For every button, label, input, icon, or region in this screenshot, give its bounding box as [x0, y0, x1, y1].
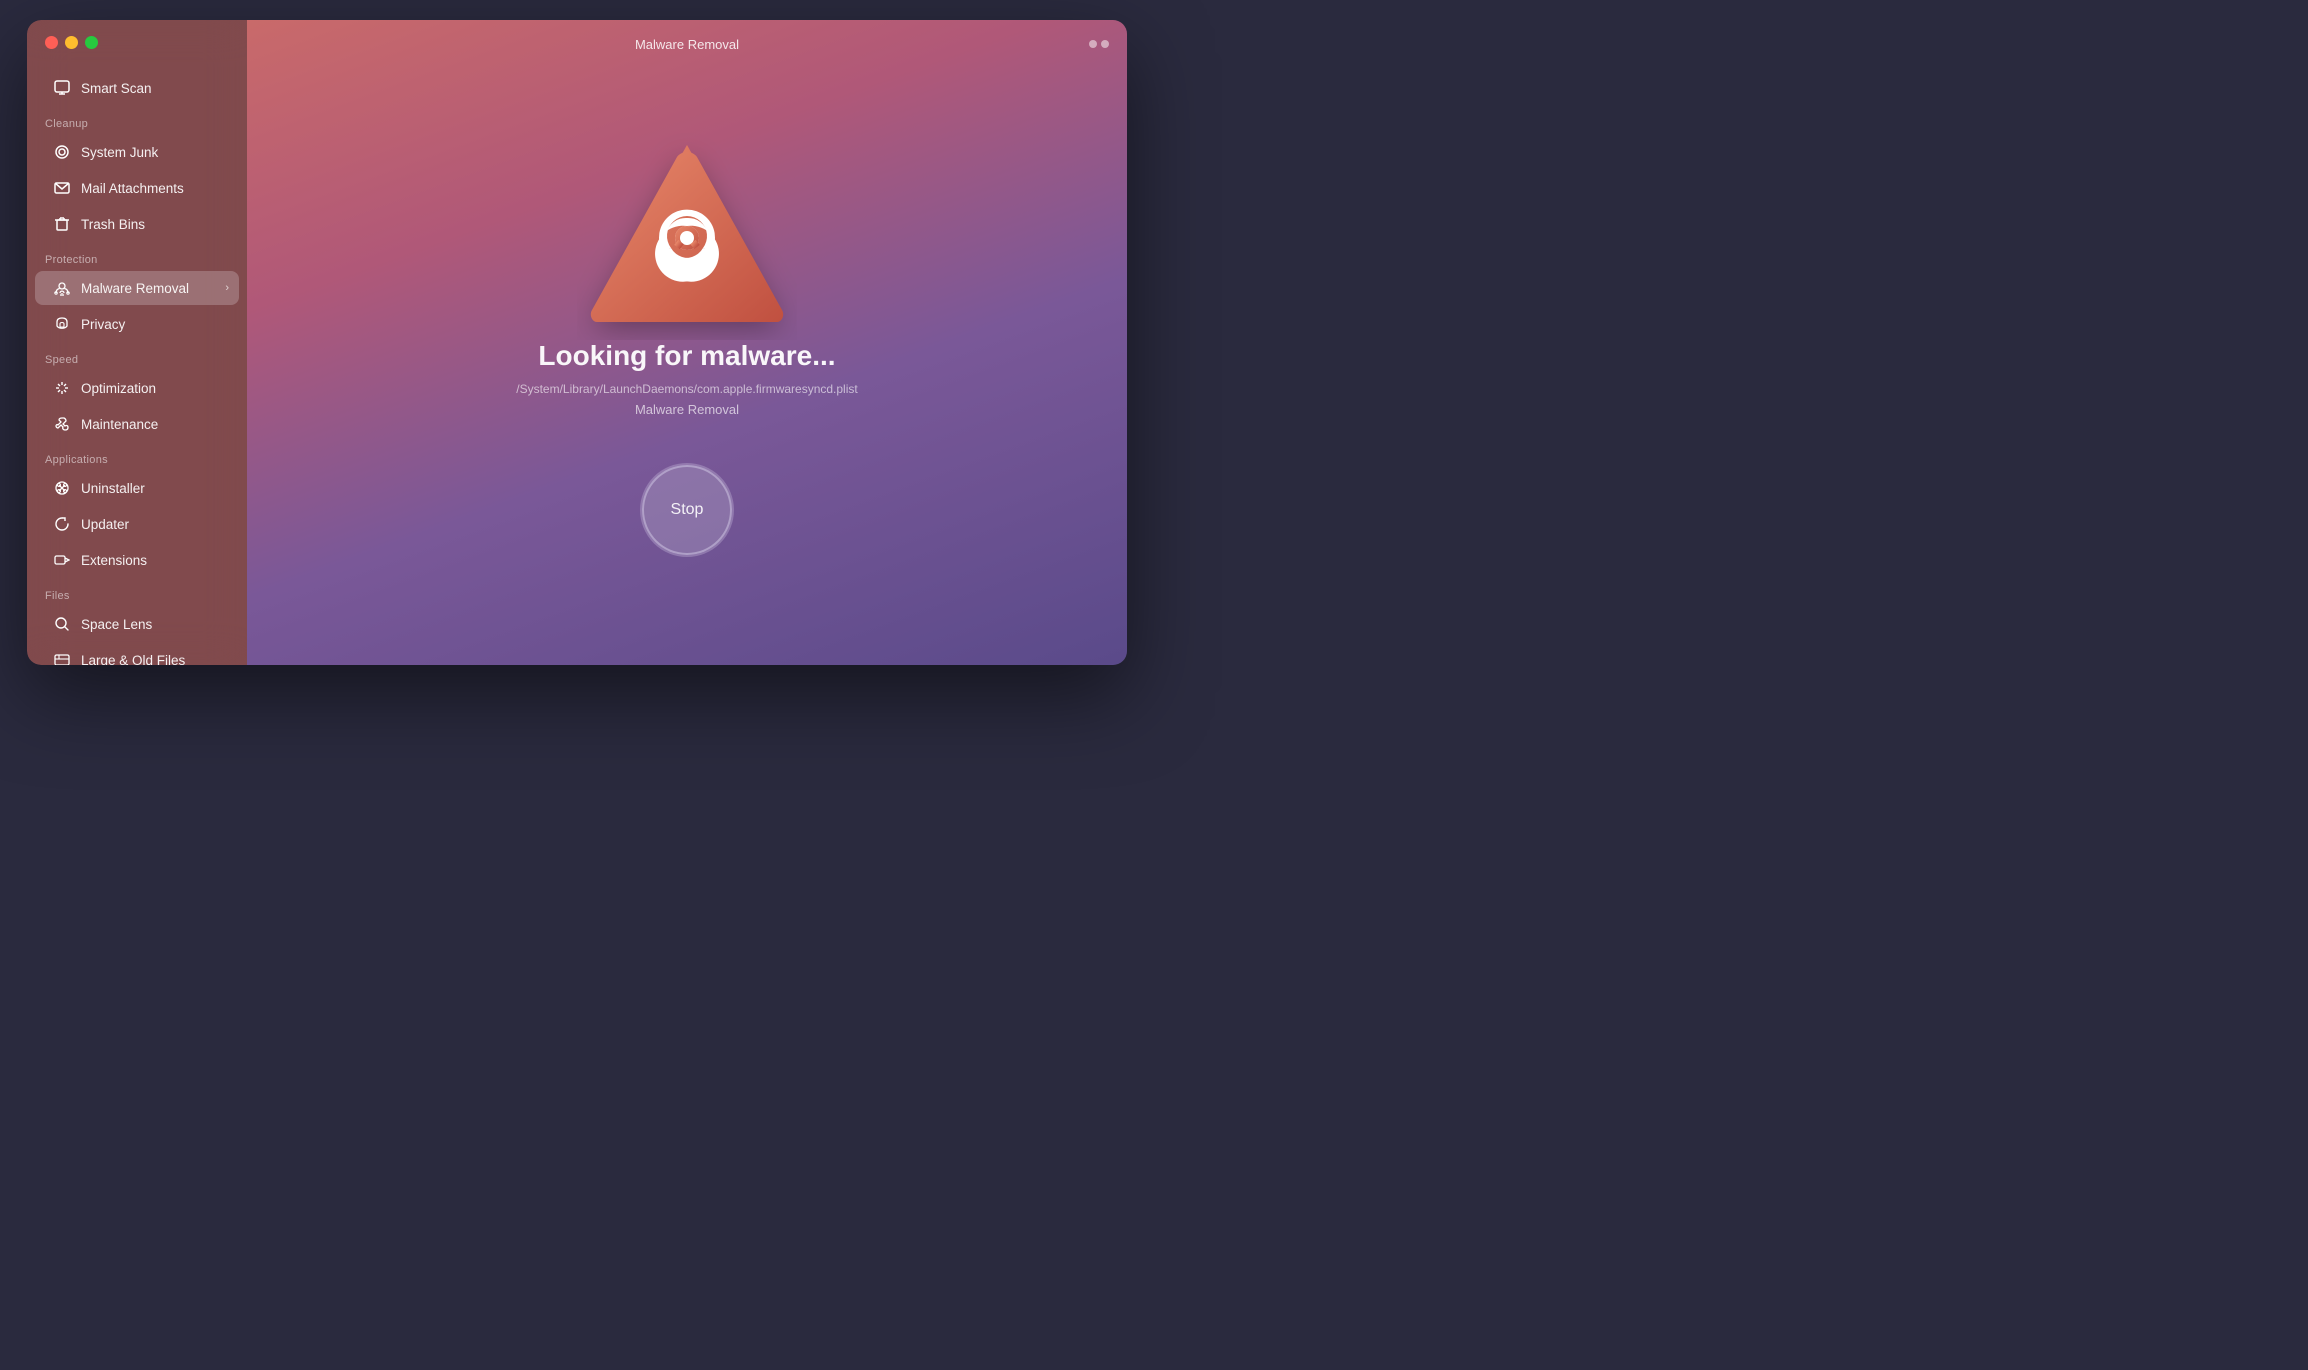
- sidebar-item-uninstaller[interactable]: Uninstaller: [35, 471, 239, 505]
- titlebar-controls: [1089, 40, 1109, 48]
- extensions-label: Extensions: [81, 553, 147, 568]
- sidebar-item-system-junk[interactable]: System Junk: [35, 135, 239, 169]
- main-content: Malware Removal: [247, 20, 1127, 665]
- space-lens-icon: [53, 615, 71, 633]
- smart-scan-icon: [53, 79, 71, 97]
- malware-icon: [577, 130, 797, 340]
- sidebar-item-smart-scan[interactable]: Smart Scan: [35, 71, 239, 105]
- sidebar-item-extensions[interactable]: Extensions: [35, 543, 239, 577]
- mail-attachments-icon: [53, 179, 71, 197]
- trash-bins-label: Trash Bins: [81, 217, 145, 232]
- large-old-files-icon: [53, 651, 71, 665]
- optimization-icon: [53, 379, 71, 397]
- cleanup-section-label: Cleanup: [27, 106, 247, 134]
- malware-removal-icon: [53, 279, 71, 297]
- close-button[interactable]: [45, 36, 58, 49]
- scan-subtitle: Malware Removal: [635, 402, 739, 417]
- applications-section-label: Applications: [27, 442, 247, 470]
- system-junk-icon: [53, 143, 71, 161]
- sidebar-item-privacy[interactable]: Privacy: [35, 307, 239, 341]
- scan-path: /System/Library/LaunchDaemons/com.apple.…: [516, 382, 857, 396]
- space-lens-label: Space Lens: [81, 617, 152, 632]
- sidebar-item-updater[interactable]: Updater: [35, 507, 239, 541]
- large-old-files-label: Large & Old Files: [81, 653, 185, 666]
- sidebar-item-mail-attachments[interactable]: Mail Attachments: [35, 171, 239, 205]
- mail-attachments-label: Mail Attachments: [81, 181, 184, 196]
- scan-title: Looking for malware...: [538, 340, 835, 372]
- titlebar: Malware Removal: [247, 20, 1127, 68]
- traffic-lights: [45, 36, 98, 49]
- sidebar-item-malware-removal[interactable]: Malware Removal ›: [35, 271, 239, 305]
- fullscreen-button[interactable]: [85, 36, 98, 49]
- privacy-icon: [53, 315, 71, 333]
- sidebar-item-large-old-files[interactable]: Large & Old Files: [35, 643, 239, 665]
- malware-removal-label: Malware Removal: [81, 281, 189, 296]
- optimization-label: Optimization: [81, 381, 156, 396]
- window-title: Malware Removal: [635, 37, 739, 52]
- smart-scan-label: Smart Scan: [81, 81, 152, 96]
- sidebar: Smart Scan Cleanup System Junk Mail Atta…: [27, 20, 247, 665]
- titlebar-dot-1: [1089, 40, 1097, 48]
- stop-label: Stop: [671, 501, 704, 519]
- sidebar-item-maintenance[interactable]: Maintenance: [35, 407, 239, 441]
- extensions-icon: [53, 551, 71, 569]
- speed-section-label: Speed: [27, 342, 247, 370]
- stop-button[interactable]: Stop: [642, 465, 732, 555]
- updater-label: Updater: [81, 517, 129, 532]
- updater-icon: [53, 515, 71, 533]
- sidebar-item-space-lens[interactable]: Space Lens: [35, 607, 239, 641]
- malware-removal-arrow: ›: [225, 282, 229, 294]
- maintenance-icon: [53, 415, 71, 433]
- app-window: Smart Scan Cleanup System Junk Mail Atta…: [27, 20, 1127, 665]
- sidebar-item-optimization[interactable]: Optimization: [35, 371, 239, 405]
- maintenance-label: Maintenance: [81, 417, 158, 432]
- titlebar-dot-2: [1101, 40, 1109, 48]
- privacy-label: Privacy: [81, 317, 125, 332]
- sidebar-item-trash-bins[interactable]: Trash Bins: [35, 207, 239, 241]
- minimize-button[interactable]: [65, 36, 78, 49]
- uninstaller-icon: [53, 479, 71, 497]
- files-section-label: Files: [27, 578, 247, 606]
- trash-bins-icon: [53, 215, 71, 233]
- uninstaller-label: Uninstaller: [81, 481, 145, 496]
- protection-section-label: Protection: [27, 242, 247, 270]
- system-junk-label: System Junk: [81, 145, 158, 160]
